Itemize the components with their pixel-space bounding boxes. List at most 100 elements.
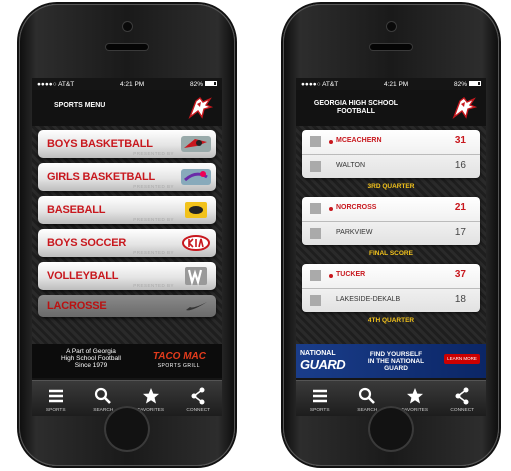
falcons-logo-icon: [188, 97, 214, 119]
tab-sports[interactable]: SPORTS: [32, 381, 80, 416]
tab-label: CONNECT: [450, 408, 475, 413]
menu-item-baseball[interactable]: BASEBALL PRESENTED BY: [38, 196, 216, 224]
sponsor-caption: PRESENTED BY: [133, 217, 174, 222]
team-row-away: LAKESIDE-DEKALB 18: [302, 288, 480, 312]
star-icon: [142, 388, 159, 404]
tab-label: CONNECT: [186, 408, 211, 413]
share-icon: [191, 387, 205, 405]
menu-item-boys-basketball[interactable]: BOYS BASKETBALL PRESENTED BY: [38, 130, 216, 158]
menu-item-volleyball[interactable]: VOLLEYBALL PRESENTED BY: [38, 262, 216, 290]
app-header: GEORGIA HIGH SCHOOL FOOTBALL: [296, 90, 486, 126]
app-header: SPORTS MENU: [32, 90, 222, 126]
team-logo-placeholder: [310, 136, 321, 147]
scoreboard-list: MCEACHERN 31 WALTON 16 3RD QUARTER NORCR…: [296, 126, 486, 344]
sponsor-caption: PRESENTED BY: [133, 151, 174, 156]
ad-tagline: SPORTS GRILL: [157, 363, 200, 369]
carrier-label: ●●●●○ AT&T: [37, 80, 75, 88]
status-bar: ●●●●○ AT&T 4:21 PM 82%: [32, 78, 222, 90]
phone-left: ●●●●○ AT&T 4:21 PM 82% SPORTS MENU BOYS …: [19, 4, 235, 466]
team-name: MCEACHERN: [336, 137, 382, 144]
team-row-home: NORCROSS 21: [302, 197, 480, 221]
menu-item-lacrosse[interactable]: LACROSSE: [38, 295, 216, 317]
team-name: NORCROSS: [336, 204, 377, 211]
team-logo-placeholder: [310, 203, 321, 214]
ad-line: IN THE NATIONAL GUARD: [367, 358, 425, 372]
home-button[interactable]: [368, 406, 414, 452]
tab-sports[interactable]: SPORTS: [296, 381, 344, 416]
dream-logo-icon: [181, 169, 211, 185]
tab-connect[interactable]: CONNECT: [439, 381, 487, 416]
sponsor-caption: PRESENTED BY: [133, 184, 174, 189]
sponsor-caption: PRESENTED BY: [133, 283, 174, 288]
ad-line: A Part of Georgia: [66, 348, 116, 355]
nike-logo-icon: [186, 302, 207, 311]
game-card[interactable]: MCEACHERN 31 WALTON 16: [302, 130, 480, 178]
team-score: 18: [454, 294, 466, 305]
team-name: TUCKER: [336, 271, 366, 278]
ad-banner-national-guard[interactable]: NATIONAL GUARD FIND YOURSELF IN THE NATI…: [296, 344, 486, 378]
learn-more-button[interactable]: LEARN MORE: [444, 354, 480, 364]
game-card[interactable]: TUCKER 37 LAKESIDE-DEKALB 18: [302, 264, 480, 312]
possession-indicator: [329, 140, 333, 144]
menu-item-label: VOLLEYBALL: [47, 270, 119, 282]
menu-item-girls-basketball[interactable]: GIRLS BASKETBALL PRESENTED BY: [38, 163, 216, 191]
battery-icon: [205, 81, 217, 87]
clock: 4:21 PM: [119, 80, 145, 88]
tab-label: SPORTS: [45, 408, 66, 413]
page-title-line: FOOTBALL: [336, 108, 376, 115]
possession-indicator: [329, 274, 333, 278]
ad-brand: GUARD: [300, 357, 346, 372]
team-logo-placeholder: [310, 270, 321, 281]
team-row-home: TUCKER 37: [302, 264, 480, 288]
home-button[interactable]: [104, 406, 150, 452]
front-camera: [123, 22, 132, 31]
baseball-sponsor-icon: [185, 202, 207, 218]
team-score: 16: [454, 160, 466, 171]
ad-text: A Part of Georgia High School Football S…: [56, 348, 126, 369]
ad-banner-tacomac[interactable]: A Part of Georgia High School Football S…: [32, 344, 222, 378]
ad-line: Since 1979: [74, 362, 108, 369]
team-name: WALTON: [336, 162, 366, 169]
team-row-home: MCEACHERN 31: [302, 130, 480, 154]
ad-line: High School Football: [61, 355, 121, 362]
menu-item-label: BOYS SOCCER: [47, 237, 127, 249]
menu-icon: [48, 389, 63, 403]
falcons-logo-icon: [452, 97, 478, 119]
game-status: 4TH QUARTER: [367, 317, 415, 324]
menu-icon: [312, 389, 327, 403]
kia-logo-icon: [182, 235, 210, 251]
possession-indicator: [329, 207, 333, 211]
wilson-logo-icon: [185, 267, 207, 286]
page-title: GEORGIA HIGH SCHOOL FOOTBALL: [306, 100, 406, 116]
screen-football-scores: ●●●●○ AT&T 4:21 PM 82% GEORGIA HIGH SCHO…: [296, 78, 486, 416]
carrier-label: ●●●●○ AT&T: [301, 80, 339, 88]
search-icon: [359, 387, 376, 404]
status-bar: ●●●●○ AT&T 4:21 PM 82%: [296, 78, 486, 90]
team-score: 31: [454, 135, 466, 146]
ad-line: FIND YOURSELF: [369, 351, 423, 358]
team-logo-placeholder: [310, 161, 321, 172]
team-score: 21: [454, 202, 466, 213]
hawks-logo-icon: [181, 136, 211, 152]
menu-item-label: LACROSSE: [47, 300, 107, 312]
star-icon: [406, 388, 423, 404]
front-camera: [387, 22, 396, 31]
menu-item-label: BOYS BASKETBALL: [47, 138, 153, 150]
tab-connect[interactable]: CONNECT: [175, 381, 223, 416]
game-status: FINAL SCORE: [369, 250, 413, 257]
sports-menu: BOYS BASKETBALL PRESENTED BY GIRLS BASKE…: [32, 126, 222, 344]
team-logo-placeholder: [310, 228, 321, 239]
game-status: 3RD QUARTER: [367, 183, 415, 190]
share-icon: [455, 387, 469, 405]
team-row-away: WALTON 16: [302, 154, 480, 178]
team-row-away: PARKVIEW 17: [302, 221, 480, 245]
menu-item-boys-soccer[interactable]: BOYS SOCCER PRESENTED BY: [38, 229, 216, 257]
screen-sports-menu: ●●●●○ AT&T 4:21 PM 82% SPORTS MENU BOYS …: [32, 78, 222, 416]
menu-item-label: BASEBALL: [47, 204, 106, 216]
search-icon: [95, 387, 112, 404]
team-name: PARKVIEW: [336, 229, 373, 236]
team-logo-placeholder: [310, 295, 321, 306]
battery-label: 82%: [190, 81, 217, 88]
ad-brand: TACO MAC: [152, 351, 206, 362]
game-card[interactable]: NORCROSS 21 PARKVIEW 17: [302, 197, 480, 245]
